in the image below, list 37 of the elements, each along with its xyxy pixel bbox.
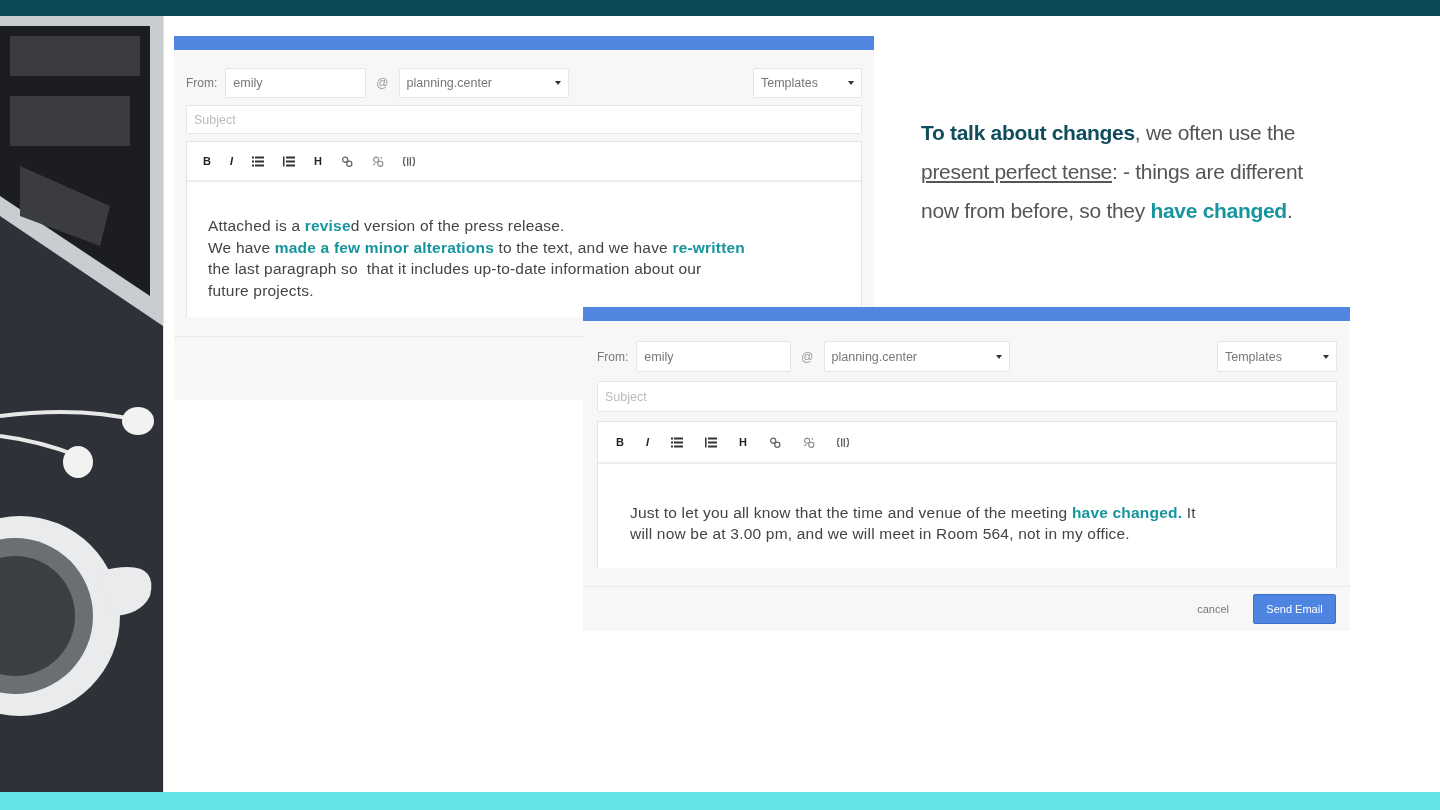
bold-button[interactable]: B [203,155,211,167]
link-icon[interactable] [768,436,781,448]
from-label: From: [186,76,218,90]
message-text: Just to let you all know that the time and venue of the meeting have changed. It will now be at 3.00 pm, and we will meet in Room 564, not in my office. [630,503,1197,544]
domain-dropdown[interactable]: planning.center [398,68,569,98]
at-sign: @ [801,349,814,364]
caret-icon [995,354,1002,359]
caret-icon [1323,354,1329,359]
numbered-list-icon[interactable] [283,155,295,167]
numbered-list-icon[interactable] [705,436,717,448]
at-sign: @ [376,76,389,90]
bullet-list-icon[interactable] [671,436,683,448]
code-icon[interactable] [836,436,849,448]
message-text: Attached is a revised version of the press release. We have made a few minor alterations to the text, and we have re-written the last paragraph so that it includes up-to-date information about our future projects. [208,216,747,301]
caret-icon [848,81,854,85]
italic-button[interactable]: I [229,155,233,167]
cancel-link[interactable]: cancel [1197,602,1229,615]
templates-dropdown[interactable]: Templates [1217,341,1337,372]
unlink-icon[interactable] [371,155,384,167]
italic-button[interactable]: I [645,436,649,448]
heading-button[interactable]: H [314,155,322,167]
explanation-text: To talk about changes, we often use the present perfect tense: - things are different now from before, so they have changed. [921,120,1304,224]
bold-button[interactable]: B [616,436,624,448]
subject-field[interactable]: Subject [186,105,862,134]
from-label: From: [597,349,629,364]
send-email-button[interactable]: Send Email [1253,593,1336,624]
sender-field[interactable]: emily [225,68,367,98]
templates-dropdown[interactable]: Templates [753,68,862,98]
subject-field[interactable]: Subject [597,381,1337,412]
heading-button[interactable]: H [739,436,747,448]
link-icon[interactable] [340,155,353,167]
unlink-icon[interactable] [802,436,815,448]
domain-dropdown[interactable]: planning.center [823,341,1010,372]
bullet-list-icon[interactable] [252,155,264,167]
sender-field[interactable]: emily [636,341,792,372]
caret-icon [554,81,561,85]
code-icon[interactable] [402,155,415,167]
